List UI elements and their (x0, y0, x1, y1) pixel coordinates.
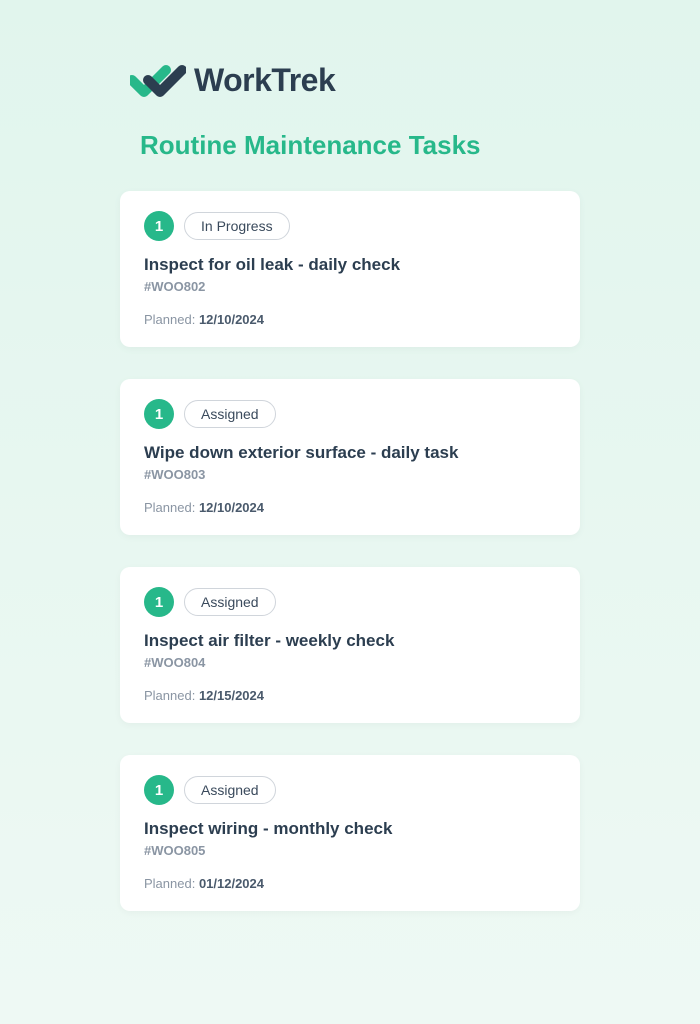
planned-date: 12/10/2024 (199, 500, 264, 515)
task-header: 1 Assigned (144, 775, 556, 805)
status-badge: Assigned (184, 400, 276, 428)
task-planned: Planned: 12/10/2024 (144, 312, 556, 327)
task-header: 1 Assigned (144, 399, 556, 429)
brand-logo: WorkTrek (130, 60, 580, 100)
task-header: 1 Assigned (144, 587, 556, 617)
task-title: Inspect for oil leak - daily check (144, 255, 556, 275)
planned-date: 01/12/2024 (199, 876, 264, 891)
task-card[interactable]: 1 Assigned Wipe down exterior surface - … (120, 379, 580, 535)
count-badge: 1 (144, 775, 174, 805)
task-card[interactable]: 1 In Progress Inspect for oil leak - dai… (120, 191, 580, 347)
task-id: #WOO802 (144, 279, 556, 294)
task-title: Wipe down exterior surface - daily task (144, 443, 556, 463)
count-badge: 1 (144, 587, 174, 617)
page-title: Routine Maintenance Tasks (140, 130, 580, 161)
planned-label: Planned: (144, 500, 199, 515)
task-planned: Planned: 12/10/2024 (144, 500, 556, 515)
task-card[interactable]: 1 Assigned Inspect air filter - weekly c… (120, 567, 580, 723)
count-badge: 1 (144, 399, 174, 429)
tasks-list: 1 In Progress Inspect for oil leak - dai… (120, 191, 580, 911)
task-id: #WOO803 (144, 467, 556, 482)
status-badge: Assigned (184, 588, 276, 616)
planned-date: 12/15/2024 (199, 688, 264, 703)
task-planned: Planned: 01/12/2024 (144, 876, 556, 891)
task-header: 1 In Progress (144, 211, 556, 241)
planned-label: Planned: (144, 688, 199, 703)
checkmark-icon (130, 60, 186, 100)
task-planned: Planned: 12/15/2024 (144, 688, 556, 703)
task-id: #WOO805 (144, 843, 556, 858)
task-card[interactable]: 1 Assigned Inspect wiring - monthly chec… (120, 755, 580, 911)
planned-date: 12/10/2024 (199, 312, 264, 327)
status-badge: In Progress (184, 212, 290, 240)
status-badge: Assigned (184, 776, 276, 804)
task-id: #WOO804 (144, 655, 556, 670)
count-badge: 1 (144, 211, 174, 241)
planned-label: Planned: (144, 876, 199, 891)
task-title: Inspect wiring - monthly check (144, 819, 556, 839)
brand-name: WorkTrek (194, 62, 335, 99)
task-title: Inspect air filter - weekly check (144, 631, 556, 651)
planned-label: Planned: (144, 312, 199, 327)
